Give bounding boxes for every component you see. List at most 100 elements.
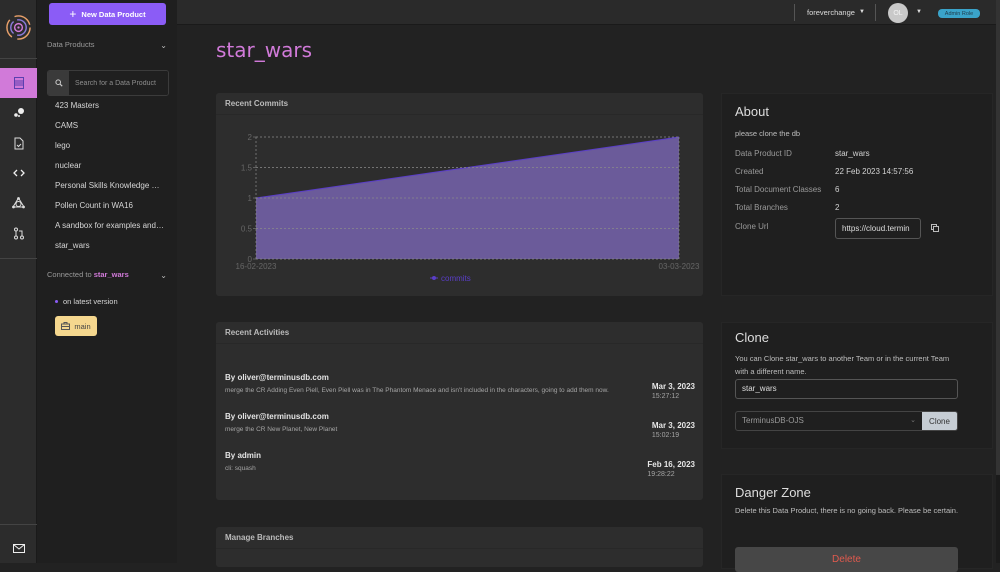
status-dot-icon xyxy=(55,300,58,303)
about-value: 6 xyxy=(835,185,840,194)
branch-selector-button[interactable]: main xyxy=(55,316,97,336)
about-row: Total Branches 2 xyxy=(735,203,965,212)
activity-date: Feb 16, 2023 19:28:22 xyxy=(647,460,695,478)
about-label: Data Product ID xyxy=(735,149,792,158)
data-product-item[interactable]: star_wars xyxy=(37,238,177,258)
new-data-product-label: New Data Product xyxy=(81,9,146,19)
role-badge: Admin Role xyxy=(938,9,980,18)
version-status: on latest version xyxy=(55,297,118,306)
about-value: 2 xyxy=(835,203,840,212)
delete-button[interactable]: Delete xyxy=(735,547,958,572)
about-value: star_wars xyxy=(835,149,870,158)
activity-time: 15:02:19 xyxy=(651,432,680,439)
model-icon[interactable] xyxy=(0,188,37,218)
about-label: Total Branches xyxy=(735,203,788,212)
legend-marker-icon xyxy=(432,276,436,280)
mail-icon[interactable] xyxy=(0,533,37,563)
chevron-down-icon[interactable]: ⌄ xyxy=(160,41,167,50)
version-status-text: on latest version xyxy=(63,297,118,306)
activity-date: Mar 3, 2023 15:02:19 xyxy=(652,421,695,439)
data-products-heading: Data Products xyxy=(47,40,95,49)
about-label: Total Document Classes xyxy=(735,185,822,194)
team-dropdown[interactable]: TerminusDB-OJS ⌄ xyxy=(736,412,922,430)
new-data-product-button[interactable]: + New Data Product xyxy=(49,3,166,25)
activity-author: By oliver@terminusdb.com xyxy=(225,412,329,421)
change-request-icon[interactable] xyxy=(0,218,37,248)
y-tick-label: 1 xyxy=(248,194,253,203)
search-input[interactable] xyxy=(69,71,168,95)
data-product-item[interactable]: lego xyxy=(37,138,177,158)
clone-button[interactable]: Clone xyxy=(922,412,957,430)
activity-author: By oliver@terminusdb.com xyxy=(225,373,329,382)
connected-label: Connected to xyxy=(47,270,92,279)
danger-zone-panel: Danger Zone Delete this Data Product, th… xyxy=(721,474,993,572)
data-product-item[interactable]: Pollen Count in WA16 xyxy=(37,198,177,218)
recent-commits-card: Recent Commits 0 0.5 1 1.5 2 16-02-2023 03-03-… xyxy=(216,93,703,296)
search-box xyxy=(47,70,169,96)
about-row: Data Product ID star_wars xyxy=(735,149,965,158)
activity-author: By admin xyxy=(225,451,262,460)
user-avatar[interactable]: OL xyxy=(888,3,908,23)
activity-message: merge the CR Adding Even Piell, Even Pie… xyxy=(225,387,609,394)
connected-db: star_wars xyxy=(93,270,129,279)
clone-panel: Clone You can Clone star_wars to another… xyxy=(721,322,993,449)
code-icon[interactable] xyxy=(0,158,37,188)
scrollbar-thumb[interactable] xyxy=(996,475,1000,563)
topbar-divider xyxy=(875,4,876,21)
clone-url-field[interactable]: https://cloud.termin xyxy=(835,218,921,239)
organization-selector[interactable]: foreverchange xyxy=(807,8,855,17)
recent-activities-title: Recent Activities xyxy=(216,322,703,344)
data-product-item[interactable]: nuclear xyxy=(37,158,177,178)
activity-date-text: Mar 3, 2023 xyxy=(651,421,695,430)
caret-down-icon[interactable]: ▼ xyxy=(916,9,922,15)
data-product-list: 423 Masters CAMS lego nuclear Personal S… xyxy=(37,98,177,258)
team-dropdown-value: TerminusDB-OJS xyxy=(742,416,804,425)
activity-date: Mar 3, 2023 15:27:12 xyxy=(652,382,695,400)
commits-area xyxy=(256,137,679,259)
branch-name: main xyxy=(74,321,91,331)
page-title: star_wars xyxy=(216,38,312,62)
about-value: 22 Feb 2023 14:57:56 xyxy=(835,167,914,176)
clone-description: You can Clone star_wars to another Team … xyxy=(735,354,950,376)
topbar-divider xyxy=(794,4,795,21)
top-bar: foreverchange ▼ OL ▼ Admin Role xyxy=(177,0,996,25)
chevron-down-icon[interactable]: ⌄ xyxy=(160,271,167,280)
plus-icon: + xyxy=(69,7,77,21)
data-product-item[interactable]: Personal Skills Knowledge Gr... xyxy=(37,178,177,198)
activity-date-text: Feb 16, 2023 xyxy=(647,460,695,469)
caret-down-icon[interactable]: ▼ xyxy=(859,9,865,15)
logo-icon[interactable] xyxy=(5,14,32,41)
branch-briefcase-icon xyxy=(61,322,71,330)
data-product-item[interactable]: 423 Masters xyxy=(37,98,177,118)
recent-activities-card: Recent Activities By oliver@terminusdb.c… xyxy=(216,322,703,500)
manage-branches-title: Manage Branches xyxy=(216,527,703,549)
recent-commits-title: Recent Commits xyxy=(216,93,703,115)
clone-name-input[interactable]: star_wars xyxy=(735,379,958,399)
about-row: Total Document Classes 6 xyxy=(735,185,965,194)
about-row: Created 22 Feb 2023 14:57:56 xyxy=(735,167,965,176)
y-tick-label: 2 xyxy=(248,133,253,142)
danger-zone-description: Delete this Data Product, there is no go… xyxy=(735,506,959,515)
data-product-list-icon[interactable] xyxy=(0,68,37,98)
icon-rail xyxy=(0,0,37,563)
commits-chart: 00.511.5216-02-2023 03-03-2023commits xyxy=(236,133,700,283)
chevron-down-icon: ⌄ xyxy=(910,417,916,424)
data-product-item[interactable]: CAMS xyxy=(37,118,177,138)
document-icon[interactable] xyxy=(0,128,37,158)
x-tick-label: 03-03-2023 xyxy=(659,262,700,271)
manage-branches-card: Manage Branches xyxy=(216,527,703,567)
copy-icon[interactable] xyxy=(931,224,939,232)
y-tick-label: 1.5 xyxy=(241,164,253,173)
about-description: please clone the db xyxy=(735,129,801,138)
graph-icon[interactable] xyxy=(0,98,37,128)
data-product-item[interactable]: A sandbox for examples and r... xyxy=(37,218,177,238)
team-select: TerminusDB-OJS ⌄ Clone xyxy=(735,411,958,431)
legend-label: commits xyxy=(441,274,471,283)
about-label: Created xyxy=(735,167,764,176)
page-scrollbar[interactable] xyxy=(996,0,1000,563)
rail-divider xyxy=(0,524,37,525)
search-icon xyxy=(48,71,69,95)
y-tick-label: 0.5 xyxy=(241,225,253,234)
danger-zone-heading: Danger Zone xyxy=(735,485,811,500)
activity-message: merge the CR New Planet, New Planet xyxy=(225,426,338,433)
